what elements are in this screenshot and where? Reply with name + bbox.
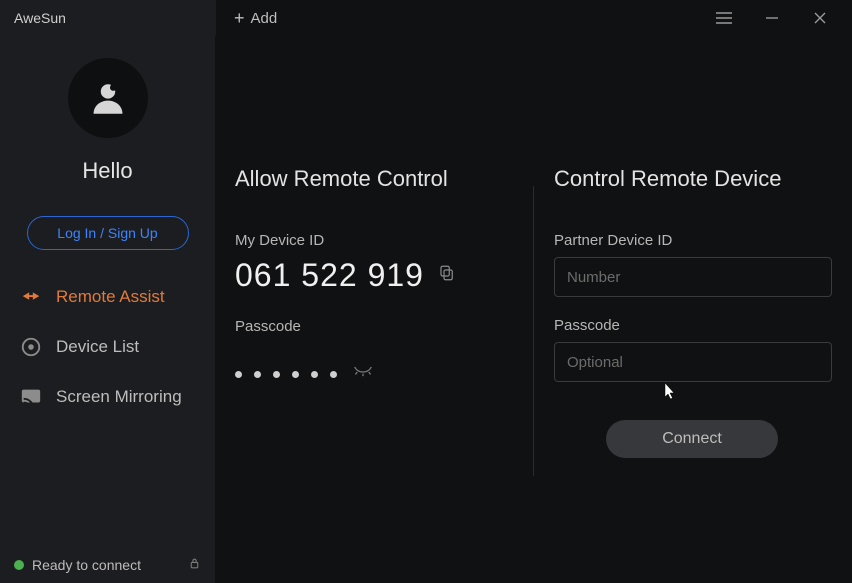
status-text: Ready to connect [32, 557, 141, 573]
passcode-label: Passcode [235, 318, 533, 335]
minimize-button[interactable] [748, 0, 796, 36]
remote-assist-icon [20, 286, 42, 308]
screen-mirroring-icon [20, 386, 42, 408]
reveal-passcode-button[interactable] [353, 365, 373, 384]
title-bar: AweSun + Add [0, 0, 852, 36]
passcode-dot [273, 371, 280, 378]
menu-button[interactable] [700, 0, 748, 36]
my-device-id-value: 061 522 919 [235, 257, 424, 294]
content: Allow Remote Control My Device ID 061 52… [215, 36, 852, 583]
device-id-row: 061 522 919 [235, 257, 533, 294]
status-indicator-icon [14, 560, 24, 570]
add-label: Add [251, 10, 278, 27]
passcode-dot [292, 371, 299, 378]
passcode-row [235, 365, 533, 384]
my-device-id-label: My Device ID [235, 232, 533, 249]
control-panel-title: Control Remote Device [554, 166, 832, 192]
allow-panel-title: Allow Remote Control [235, 166, 533, 192]
status-bar: Ready to connect [0, 547, 215, 583]
lock-icon [188, 557, 201, 570]
copy-device-id-button[interactable] [438, 264, 456, 287]
add-button[interactable]: + Add [228, 5, 283, 31]
minimize-icon [765, 11, 779, 25]
passcode-dot [235, 371, 242, 378]
remote-passcode-label: Passcode [554, 317, 832, 334]
passcode-dot [311, 371, 318, 378]
sidebar-nav: Remote Assist Device List Screen Mirrori… [0, 268, 215, 422]
remote-passcode-input[interactable] [554, 342, 832, 382]
passcode-dot [254, 371, 261, 378]
passcode-masked [235, 371, 337, 378]
close-button[interactable] [796, 0, 844, 36]
window-controls [700, 0, 844, 36]
passcode-dot [330, 371, 337, 378]
sidebar-item-label: Remote Assist [56, 287, 165, 307]
partner-device-id-label: Partner Device ID [554, 232, 832, 249]
sidebar-item-screen-mirroring[interactable]: Screen Mirroring [0, 372, 215, 422]
main: Hello Log In / Sign Up Remote Assist Dev… [0, 36, 852, 583]
app-name: AweSun [0, 0, 216, 36]
copy-icon [438, 264, 456, 282]
hamburger-icon [716, 12, 732, 24]
partner-device-id-input[interactable] [554, 257, 832, 297]
sidebar-item-remote-assist[interactable]: Remote Assist [0, 272, 215, 322]
avatar[interactable] [68, 58, 148, 138]
sidebar-item-label: Screen Mirroring [56, 387, 182, 407]
title-bar-right: + Add [216, 0, 852, 36]
greeting-text: Hello [82, 158, 132, 184]
device-list-icon [20, 336, 42, 358]
connect-button[interactable]: Connect [606, 420, 778, 458]
sidebar-item-device-list[interactable]: Device List [0, 322, 215, 372]
sidebar-item-label: Device List [56, 337, 139, 357]
profile-section: Hello [0, 36, 215, 194]
allow-remote-control-panel: Allow Remote Control My Device ID 061 52… [233, 36, 533, 583]
lock-button[interactable] [188, 557, 201, 573]
close-icon [813, 11, 827, 25]
plus-icon: + [234, 9, 245, 27]
login-signup-button[interactable]: Log In / Sign Up [27, 216, 189, 250]
user-icon [87, 77, 129, 119]
eye-closed-icon [353, 365, 373, 379]
sidebar: Hello Log In / Sign Up Remote Assist Dev… [0, 36, 215, 583]
control-remote-device-panel: Control Remote Device Partner Device ID … [534, 36, 832, 583]
